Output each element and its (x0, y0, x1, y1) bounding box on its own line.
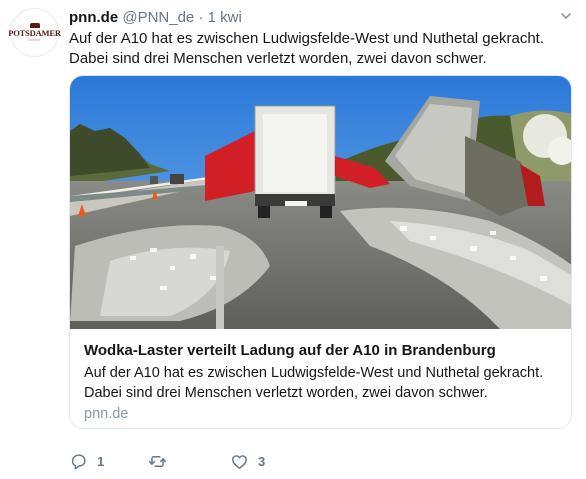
reply-button[interactable]: 1 (69, 450, 104, 472)
reply-count: 1 (97, 453, 105, 469)
separator-dot: · (198, 9, 204, 26)
tweet-header: pnn.de @PNN_de · 1 kwi (69, 9, 242, 27)
tweet-timestamp[interactable]: 1 kwi (208, 9, 242, 26)
like-count: 3 (258, 453, 266, 469)
retweet-icon (148, 455, 167, 467)
retweet-button[interactable] (148, 450, 176, 472)
reply-icon (71, 453, 86, 469)
card-description: Auf der A10 hat es zwischen Ludwigsfelde… (84, 365, 544, 401)
avatar[interactable]: POTSDAMER ━━━━━━ (8, 8, 61, 57)
card-domain: pnn.de (84, 406, 129, 422)
avatar-logo-subline: ━━━━━━ (28, 38, 41, 43)
crest-icon (29, 22, 40, 28)
display-name[interactable]: pnn.de (69, 9, 118, 26)
heart-icon (232, 454, 247, 469)
chevron-down-icon[interactable] (560, 10, 572, 22)
tweet-text: Auf der A10 hat es zwischen Ludwigsfelde… (69, 30, 544, 67)
card-image[interactable] (70, 76, 572, 329)
user-handle[interactable]: @PNN_de (122, 9, 194, 26)
avatar-logo: POTSDAMER (8, 27, 61, 38)
link-card[interactable]: Wodka-Laster verteilt Ladung auf der A10… (69, 75, 572, 429)
like-button[interactable]: 3 (230, 450, 265, 472)
card-title: Wodka-Laster verteilt Ladung auf der A10… (84, 342, 496, 359)
